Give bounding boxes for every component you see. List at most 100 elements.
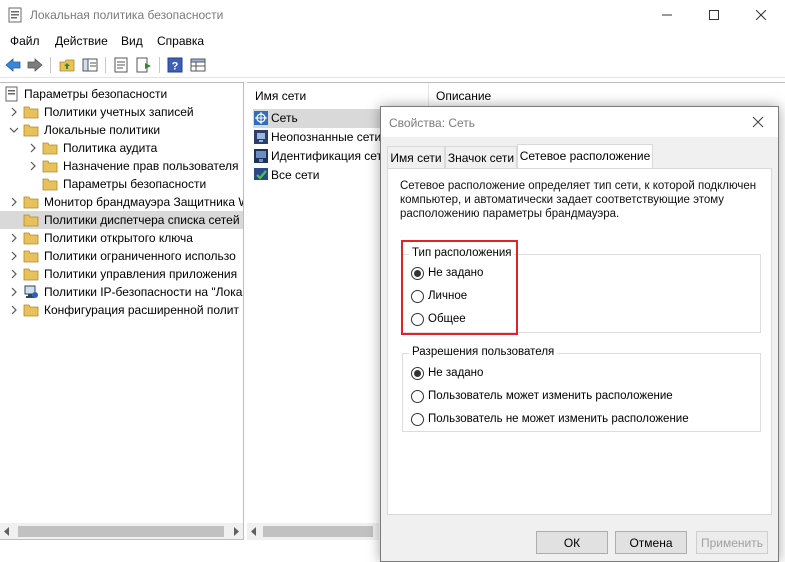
menu-view[interactable]: Вид	[121, 34, 143, 48]
up-folder-icon	[59, 59, 75, 72]
description-line: компьютер, и автоматически задает соотве…	[400, 194, 725, 206]
window-title: Локальная политика безопасности	[30, 8, 224, 22]
user-permissions-group: Разрешения пользователя Не задано Пользо…	[402, 346, 761, 432]
close-icon	[756, 10, 766, 20]
tree-item-network-list-policies[interactable]: Политики диспетчера списка сетей	[0, 211, 243, 229]
tab-network-location[interactable]: Сетевое расположение	[517, 144, 653, 168]
scroll-left-icon	[251, 527, 256, 536]
tree-item-advanced-audit[interactable]: Конфигурация расширенной полит	[0, 301, 243, 319]
location-description: Сетевое расположение определяет тип сети…	[400, 179, 760, 221]
folder-icon	[42, 142, 58, 155]
help-icon: ?	[167, 57, 183, 73]
tree-item-account-policies[interactable]: Политики учетных записей	[0, 103, 243, 121]
dialog-close-icon[interactable]	[751, 115, 765, 129]
identifying-network-icon	[254, 149, 268, 163]
radio-button[interactable]	[411, 413, 424, 426]
help-button[interactable]: ?	[165, 56, 185, 74]
show-tree-button[interactable]	[80, 56, 100, 74]
export-list-button[interactable]	[134, 56, 154, 74]
folder-icon	[23, 250, 39, 263]
menu-help[interactable]: Справка	[157, 34, 204, 48]
tree-item-label: Политики диспетчера списка сетей	[44, 213, 240, 227]
tree-item-label: Политики ограниченного использо	[44, 249, 236, 263]
scroll-thumb[interactable]	[18, 526, 224, 537]
ok-button[interactable]: ОК	[536, 531, 608, 554]
scroll-thumb[interactable]	[263, 526, 373, 537]
up-level-button[interactable]	[57, 56, 77, 74]
tree-item-label: Политики IP-безопасности на "Лока	[44, 285, 243, 299]
cancel-button[interactable]: Отмена	[615, 531, 687, 554]
column-header-description[interactable]: Описание	[436, 83, 491, 107]
forward-arrow-icon	[27, 58, 43, 72]
column-divider[interactable]	[428, 83, 429, 107]
close-button[interactable]	[738, 0, 784, 30]
dialog-title-bar: Свойства: Сеть	[381, 107, 778, 137]
export-list-icon	[136, 57, 151, 73]
highlight-box	[401, 240, 518, 335]
console-view-icon	[190, 58, 206, 72]
description-line: расположению параметры брандмауэра.	[400, 208, 620, 220]
list-item-all-networks[interactable]: Все сети	[253, 166, 383, 185]
menu-bar: Файл Действие Вид Справка	[0, 30, 785, 52]
back-button[interactable]	[3, 56, 23, 74]
radio-label: Пользователь не может изменить расположе…	[428, 413, 689, 425]
tree-root[interactable]: Параметры безопасности	[0, 85, 243, 103]
list-item-network[interactable]: Сеть	[253, 109, 383, 128]
column-header-network-name[interactable]: Имя сети	[255, 83, 306, 107]
tree-item-audit-policy[interactable]: Политика аудита	[0, 139, 243, 157]
tree-item-software-restriction[interactable]: Политики ограниченного использо	[0, 247, 243, 265]
svg-text:?: ?	[172, 61, 179, 73]
tree-item-security-options[interactable]: Параметры безопасности	[0, 175, 243, 193]
radio-button[interactable]	[411, 390, 424, 403]
maximize-button[interactable]	[691, 0, 737, 30]
minimize-button[interactable]	[644, 0, 690, 30]
folder-icon	[23, 124, 39, 137]
all-networks-icon	[254, 168, 268, 180]
chevron-right-icon	[11, 107, 17, 117]
chevron-right-icon	[30, 161, 36, 171]
list-item-unidentified-networks[interactable]: Неопознанные сети	[253, 128, 383, 147]
folder-icon	[23, 304, 39, 317]
properties-icon	[114, 57, 128, 73]
scroll-left-icon	[4, 527, 9, 536]
tree-item-label: Политики управления приложения	[44, 267, 238, 281]
scroll-right-icon	[234, 527, 239, 536]
chevron-right-icon	[11, 251, 17, 261]
security-settings-icon	[5, 86, 18, 102]
forward-button[interactable]	[25, 56, 45, 74]
menu-action[interactable]: Действие	[55, 34, 108, 48]
tree-item-local-policies[interactable]: Локальные политики	[0, 121, 243, 139]
apply-button[interactable]: Применить	[696, 531, 768, 554]
tab-network-name[interactable]: Имя сети	[387, 146, 445, 168]
description-line: Сетевое расположение определяет тип сети…	[400, 180, 757, 192]
menu-file[interactable]: Файл	[10, 34, 40, 48]
tree-item-label: Параметры безопасности	[63, 177, 207, 191]
chevron-right-icon	[11, 233, 17, 243]
folder-icon	[42, 178, 58, 191]
tree-item-firewall-monitor[interactable]: Монитор брандмауэра Защитника W	[0, 193, 244, 211]
tree-item-user-rights[interactable]: Назначение прав пользователя	[0, 157, 243, 175]
tree-item-ipsec[interactable]: Политики IP-безопасности на "Лока	[0, 283, 243, 301]
tree-root-label: Параметры безопасности	[24, 87, 168, 101]
toolbar: ?	[0, 53, 785, 78]
tree-item-label: Монитор брандмауэра Защитника W	[44, 195, 244, 209]
tree-item-app-control[interactable]: Политики управления приложения	[0, 265, 243, 283]
tab-network-icon[interactable]: Значок сети	[445, 146, 517, 168]
tree-horizontal-scrollbar[interactable]	[0, 523, 243, 539]
toolbar-separator	[159, 57, 160, 73]
radio-button[interactable]	[411, 367, 424, 380]
list-item-label: Неопознанные сети	[271, 130, 382, 144]
tree-item-public-key-policies[interactable]: Политики открытого ключа	[0, 229, 243, 247]
tree-item-label: Политики учетных записей	[44, 105, 194, 119]
list-horizontal-scrollbar[interactable]	[247, 523, 379, 540]
app-icon	[8, 7, 22, 23]
back-arrow-icon	[5, 58, 21, 72]
tree-item-label: Конфигурация расширенной полит	[44, 303, 239, 317]
title-bar: Локальная политика безопасности	[0, 0, 785, 30]
network-icon	[254, 111, 268, 125]
dialog-title: Свойства: Сеть	[389, 116, 476, 130]
console-view-button[interactable]	[188, 56, 208, 74]
list-item-identifying-networks[interactable]: Идентификация сет	[253, 147, 383, 166]
chevron-right-icon	[30, 143, 36, 153]
properties-button[interactable]	[111, 56, 131, 74]
